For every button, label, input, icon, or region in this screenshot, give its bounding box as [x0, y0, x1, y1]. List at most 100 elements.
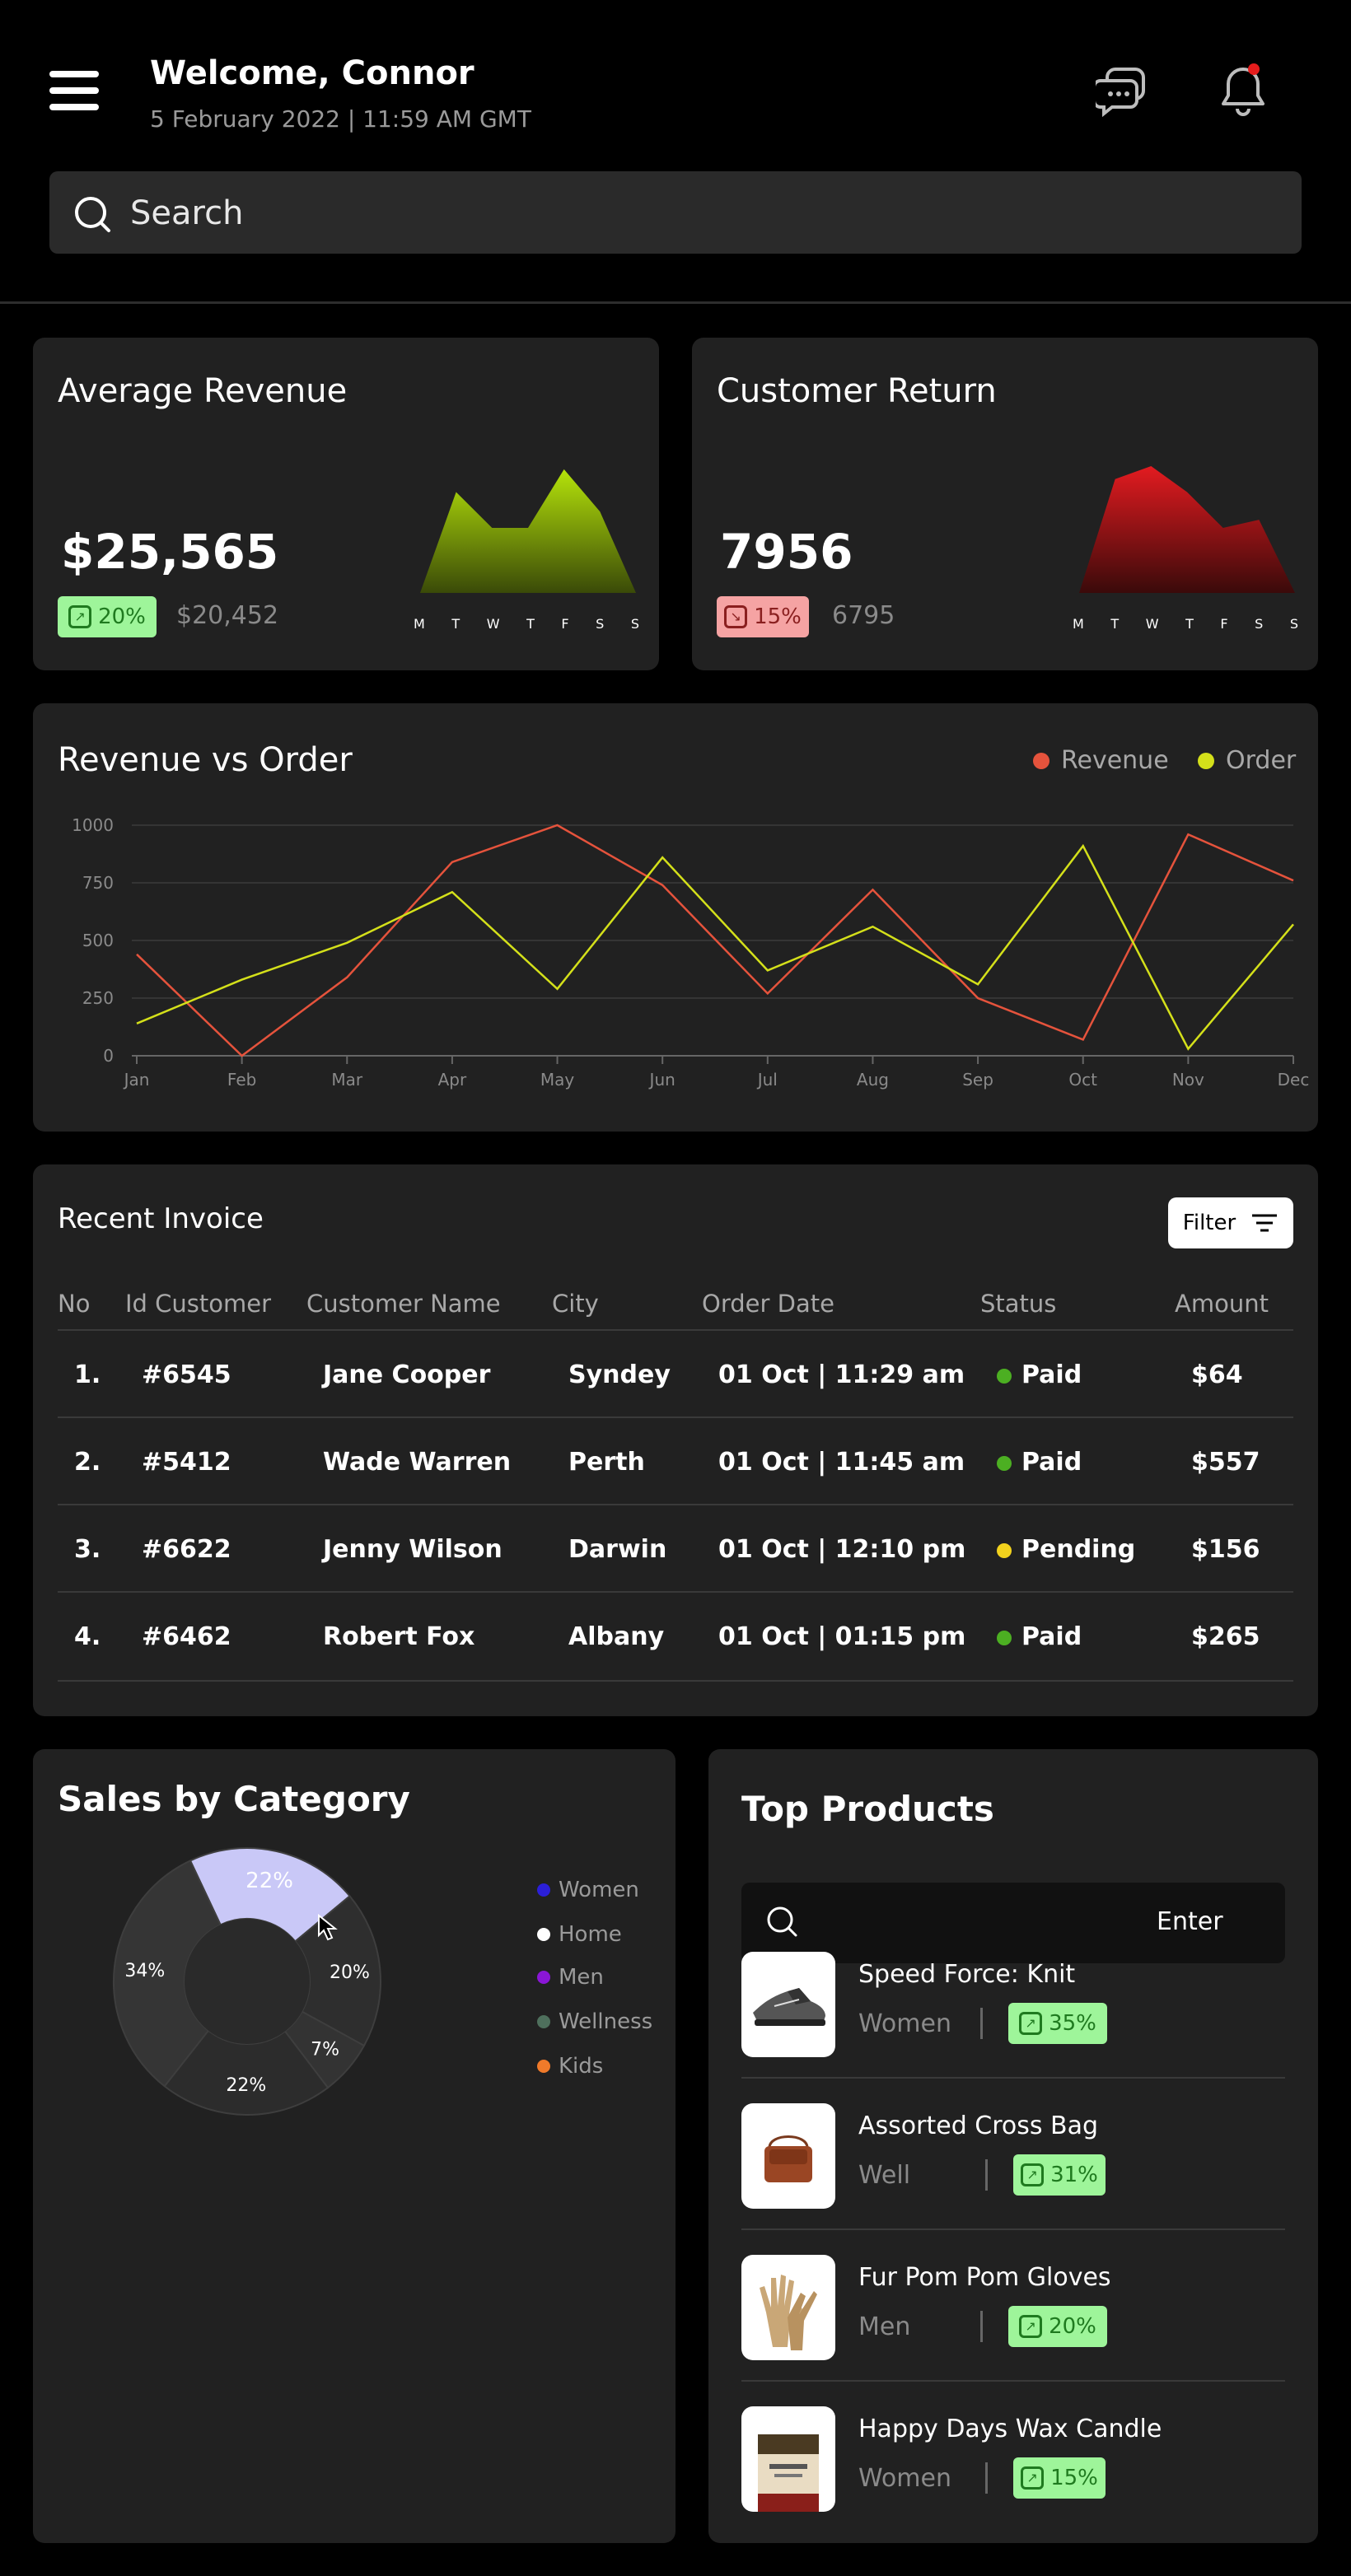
status-label: Pending [1021, 1535, 1136, 1564]
amount: $64 [1191, 1360, 1243, 1389]
return-weekly-chart [1079, 465, 1295, 593]
x-tick-label: Nov [1172, 1070, 1204, 1090]
separator [985, 2462, 988, 2494]
product-category: Men [858, 2312, 911, 2341]
row-number: 2. [74, 1448, 101, 1477]
status: Paid [997, 1448, 1082, 1477]
product-item[interactable]: Speed Force: Knit Women ↗ 35% [741, 1952, 1285, 2103]
growth-badge: ↗ 35% [1008, 2003, 1107, 2044]
legend-home: Home [537, 1922, 622, 1947]
return-change-badge: ↘ 15% [717, 596, 809, 637]
slice-label: 20% [330, 1962, 370, 1983]
revenue-weekday-label: T [526, 616, 535, 632]
customer-city: Syndey [568, 1360, 671, 1389]
revenue-weekday-label: S [630, 616, 639, 632]
trend-up-icon: ↗ [1019, 2315, 1043, 2338]
x-tick-label: Apr [438, 1070, 467, 1090]
customer-city: Perth [568, 1448, 645, 1477]
amount: $557 [1191, 1448, 1260, 1477]
average-revenue-card: Average Revenue $25,565 ↗ 20% $20,452 M T… [33, 338, 659, 670]
product-category: Women [858, 2009, 951, 2038]
menu-bar [49, 71, 99, 77]
product-item[interactable]: Assorted Cross Bag Well ↗ 31% [741, 2103, 1285, 2255]
customer-name: Jenny Wilson [323, 1535, 503, 1564]
status-label: Paid [1021, 1360, 1082, 1389]
home-dot [537, 1928, 550, 1941]
search-bar[interactable]: Search [49, 171, 1302, 254]
return-weekday-labels: MTWTFSS [1073, 616, 1298, 632]
column-header-date: Order Date [702, 1290, 834, 1318]
sales-by-category-card: Sales by Category 22% 20% 7% 22% 34% Women H… [33, 1749, 676, 2543]
menu-bar [49, 87, 99, 94]
previous-revenue: $20,452 [176, 601, 279, 630]
column-header-no: No [58, 1290, 91, 1318]
customer-name: Jane Cooper [323, 1360, 491, 1389]
search-input[interactable]: Search [130, 194, 243, 232]
table-row[interactable]: 3. #6622 Jenny Wilson Darwin 01 Oct | 12… [58, 1504, 1293, 1591]
legend-women: Women [537, 1878, 639, 1902]
customer-return-value: 7956 [720, 524, 853, 580]
kids-dot [537, 2060, 550, 2073]
amount: $156 [1191, 1535, 1260, 1564]
women-dot [537, 1883, 550, 1897]
status: Pending [997, 1535, 1135, 1564]
x-tick-label: Aug [857, 1070, 889, 1090]
column-header-name: Customer Name [306, 1290, 501, 1318]
order-date: 01 Oct | 12:10 pm [718, 1535, 966, 1564]
divider [741, 2077, 1285, 2079]
customer-city: Albany [568, 1622, 665, 1651]
legend-wellness-label: Wellness [559, 2009, 653, 2034]
product-item[interactable]: Fur Pom Pom Gloves Men ↗ 20% [741, 2255, 1285, 2406]
customer-id: #6622 [142, 1535, 231, 1564]
menu-button[interactable] [49, 71, 99, 120]
enter-button[interactable]: Enter [1157, 1907, 1223, 1936]
column-header-id: Id Customer [125, 1290, 272, 1318]
filter-label: Filter [1182, 1211, 1236, 1235]
slice-label: 7% [311, 2040, 339, 2060]
status-dot [997, 1368, 1012, 1384]
order-series-line [136, 843, 1294, 1051]
revenue-order-line-chart: 0 250 500 750 1000 Jan Feb Mar Apr May Jun Jul Aug Se… [72, 815, 1310, 1090]
product-category: Women [858, 2464, 951, 2493]
y-tick-label: 0 [103, 1046, 114, 1066]
customer-id: #6545 [142, 1360, 231, 1389]
table-row[interactable]: 4. #6462 Robert Fox Albany 01 Oct | 01:1… [58, 1591, 1293, 1682]
growth-value: 20% [1049, 2314, 1096, 2339]
row-number: 3. [74, 1535, 101, 1564]
table-row[interactable]: 1. #6545 Jane Cooper Syndey 01 Oct | 11:… [58, 1329, 1293, 1416]
search-icon [766, 1906, 799, 1942]
product-item[interactable]: Happy Days Wax Candle Women ↗ 15% [741, 2406, 1285, 2558]
category-donut-chart[interactable]: 22% 20% 7% 22% 34% [99, 1840, 428, 2136]
order-date: 01 Oct | 01:15 pm [718, 1622, 966, 1651]
return-weekday-label: T [1110, 616, 1120, 632]
wellness-dot [537, 2015, 550, 2028]
y-tick-label: 250 [82, 988, 114, 1008]
search-icon [74, 196, 112, 237]
filter-button[interactable]: Filter [1168, 1197, 1293, 1248]
legend-men: Men [537, 1965, 604, 1990]
product-name: Speed Force: Knit [858, 1960, 1076, 1989]
notification-bell-icon[interactable] [1216, 61, 1270, 119]
men-dot [537, 1971, 550, 1984]
revenue-weekly-chart [420, 469, 636, 593]
legend-kids: Kids [537, 2054, 603, 2079]
separator [985, 2159, 988, 2191]
column-header-city: City [552, 1290, 599, 1318]
growth-value: 31% [1050, 2163, 1098, 2187]
revenue-weekday-label: F [561, 616, 569, 632]
welcome-heading: Welcome, Connor [150, 54, 474, 92]
customer-name: Wade Warren [323, 1448, 512, 1477]
legend-home-label: Home [559, 1922, 622, 1947]
table-row[interactable]: 2. #5412 Wade Warren Perth 01 Oct | 11:4… [58, 1416, 1293, 1504]
revenue-change-value: 20% [98, 604, 146, 629]
x-tick-label: Jan [123, 1070, 150, 1090]
legend-wellness: Wellness [537, 2009, 652, 2034]
return-change-value: 15% [754, 604, 802, 629]
gloves-image [741, 2255, 835, 2360]
chat-icon[interactable] [1092, 64, 1150, 119]
growth-badge: ↗ 20% [1008, 2306, 1107, 2347]
customer-return-card: Customer Return 7956 ↘ 15% 6795 M T W T F S S [692, 338, 1318, 670]
x-tick-label: Dec [1278, 1070, 1310, 1090]
trend-up-icon: ↗ [1021, 2466, 1045, 2490]
return-weekday-label: W [1145, 616, 1159, 632]
